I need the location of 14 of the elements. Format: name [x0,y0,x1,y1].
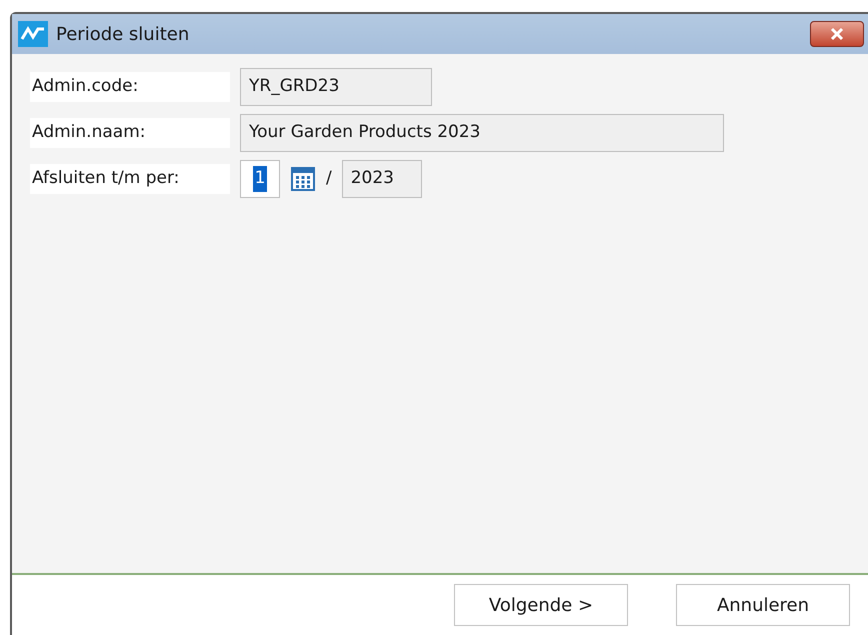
close-button[interactable] [810,21,864,47]
window-title: Periode sluiten [56,22,190,46]
field-label: Afsluiten t/m per: [30,164,230,194]
cancel-button[interactable]: Annuleren [676,584,850,626]
period-field[interactable]: 1 [240,160,280,198]
text-field[interactable]: YR_GRD23 [240,68,432,106]
calendar-icon[interactable] [290,166,316,192]
separator-text: / [326,167,332,190]
text-field[interactable]: Your Garden Products 2023 [240,114,724,152]
field-label: Admin.code: [30,72,230,102]
field-label: Admin.naam: [30,118,230,148]
next-button[interactable]: Volgende > [454,584,628,626]
year-field[interactable]: 2023 [342,160,422,198]
close-icon [829,27,845,41]
